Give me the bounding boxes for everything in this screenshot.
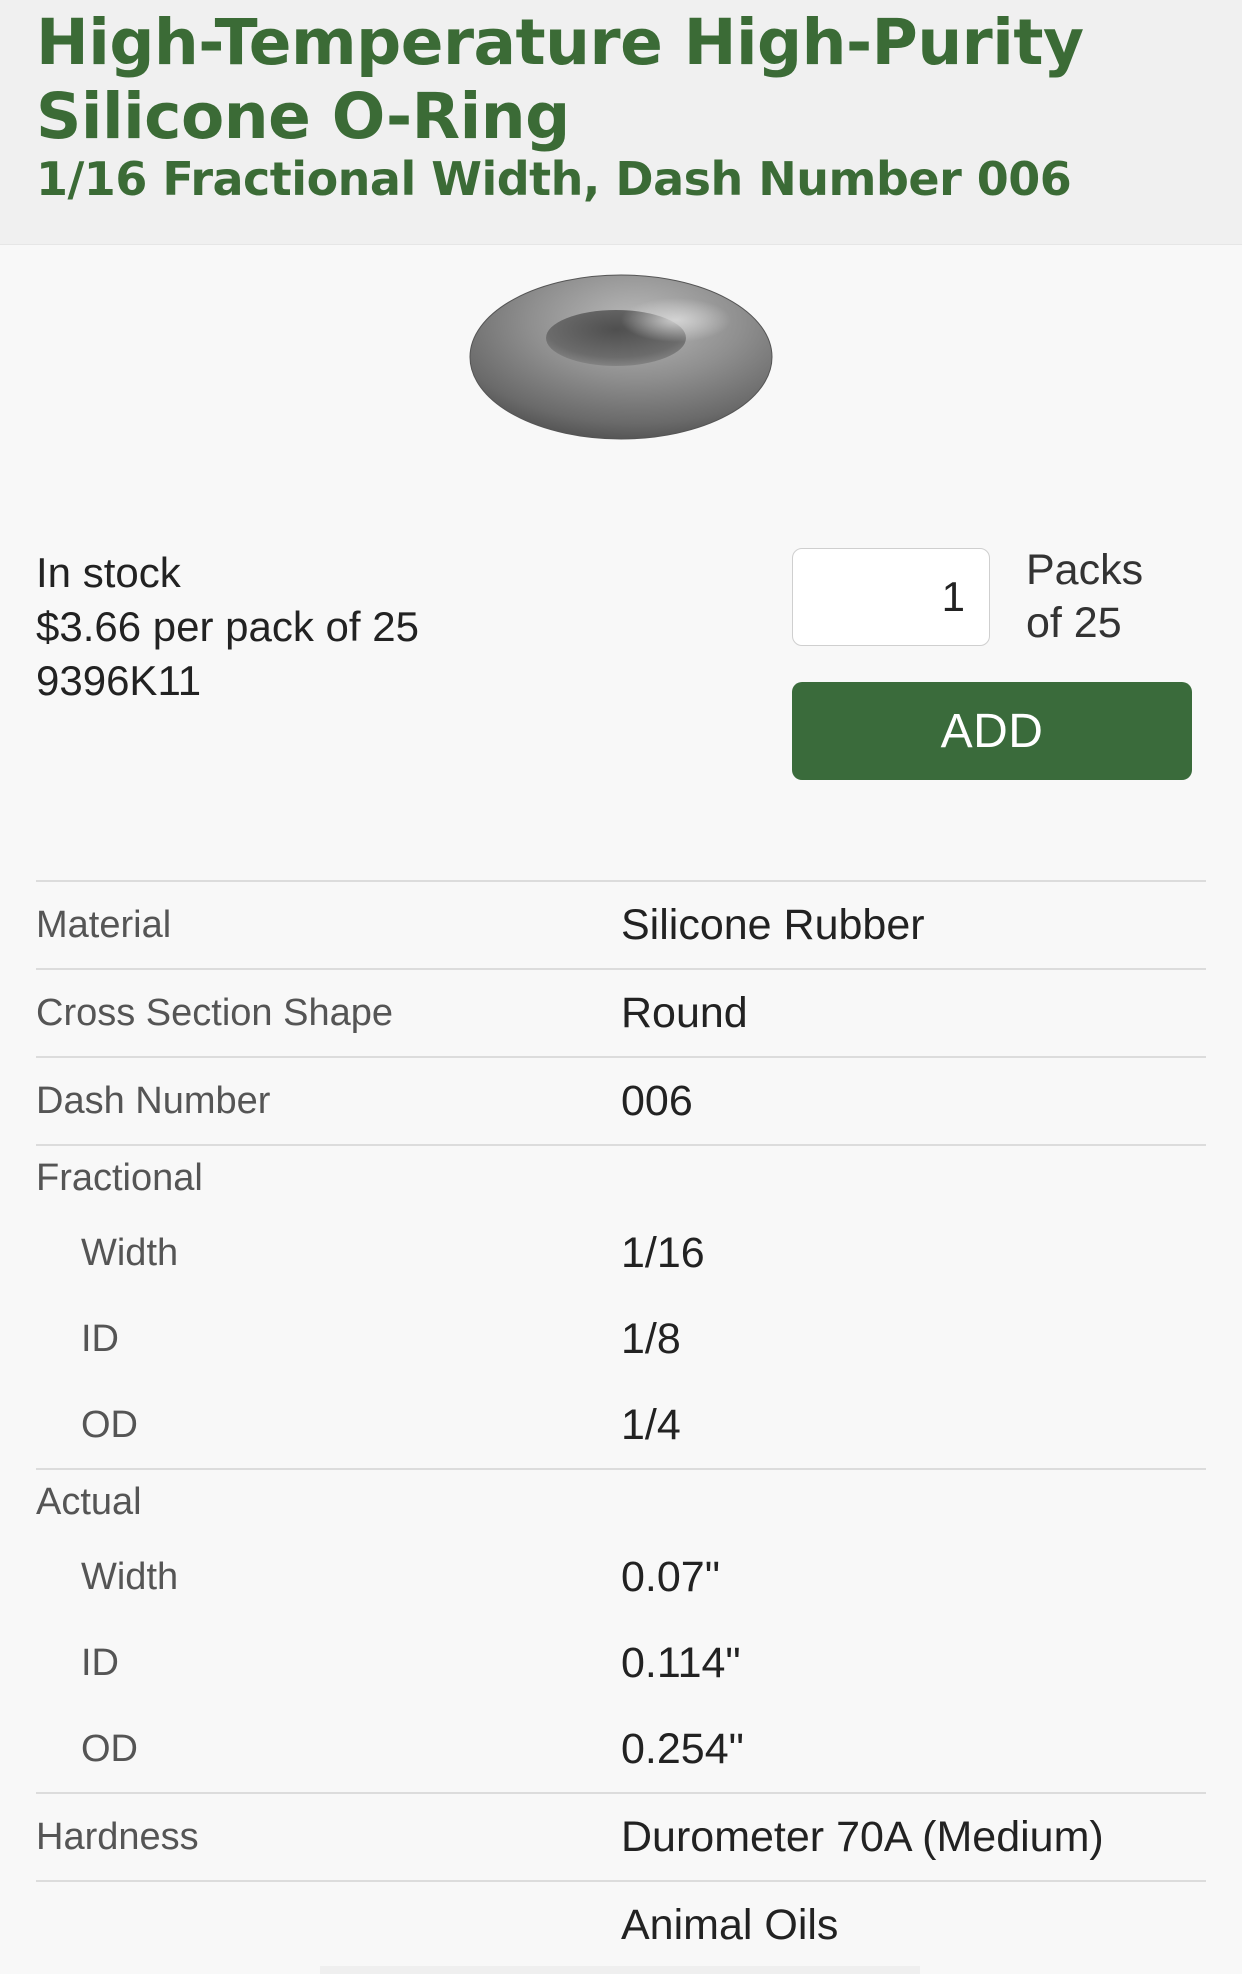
spec-label: Hardness (36, 1816, 199, 1858)
quantity-unit-line1: Packs (1026, 546, 1144, 594)
spec-dash-number: Dash Number 006 (36, 1056, 1206, 1144)
spec-value: 1/16 (621, 1229, 705, 1277)
quantity-input[interactable] (792, 548, 990, 646)
page-subtitle: 1/16 Fractional Width, Dash Number 006 (36, 152, 1072, 206)
table-row: Animal Oils (36, 1882, 1206, 1968)
o-ring-image (469, 274, 773, 440)
spec-label: Cross Section Shape (36, 992, 393, 1034)
spec-value: 0.07" (621, 1553, 720, 1601)
spec-label: OD (81, 1404, 138, 1446)
spec-value: 1/8 (621, 1315, 681, 1363)
spec-material: Material Silicone Rubber (36, 880, 1206, 968)
spec-hardness: Hardness Durometer 70A (Medium) (36, 1792, 1206, 1880)
table-row: Material Silicone Rubber (36, 882, 1206, 968)
spec-value: Durometer 70A (Medium) (621, 1813, 1104, 1861)
quantity-unit-line2: of 25 (1026, 599, 1122, 647)
table-row: ID 1/8 (36, 1296, 1206, 1382)
spec-actual-group: Actual Width 0.07" ID 0.114" OD 0.254" (36, 1468, 1206, 1792)
product-header: High-Temperature High-Purity Silicone O-… (0, 0, 1242, 245)
spec-value: 0.114" (621, 1639, 741, 1687)
table-row: OD 1/4 (36, 1382, 1206, 1468)
spec-value: 1/4 (621, 1401, 681, 1449)
part-number: 9396K11 (36, 657, 202, 704)
spec-value: 006 (621, 1077, 693, 1125)
stock-status: In stock (36, 549, 181, 596)
spec-value: Animal Oils (621, 1901, 839, 1949)
spec-chemical-resistance: Animal Oils (36, 1880, 1206, 1968)
table-row: Cross Section Shape Round (36, 970, 1206, 1056)
spec-label: OD (81, 1728, 138, 1770)
table-row: Width 1/16 (36, 1210, 1206, 1296)
spec-label: Width (81, 1232, 179, 1274)
spec-value: 0.254" (621, 1725, 744, 1773)
table-row: ID 0.114" (36, 1620, 1206, 1706)
spec-fractional-group: Fractional Width 1/16 ID 1/8 OD 1/4 (36, 1144, 1206, 1468)
page-title: High-Temperature High-Purity Silicone O-… (36, 6, 1084, 153)
scroll-edge (320, 1966, 920, 1974)
table-row: OD 0.254" (36, 1706, 1206, 1792)
specifications-table: Material Silicone Rubber Cross Section S… (36, 880, 1206, 1968)
spec-label: ID (81, 1318, 119, 1360)
table-row: Width 0.07" (36, 1534, 1206, 1620)
table-row: Dash Number 006 (36, 1058, 1206, 1144)
table-row: Hardness Durometer 70A (Medium) (36, 1794, 1206, 1880)
quantity-unit: Packs of 25 (1026, 544, 1143, 650)
spec-label: Width (81, 1556, 179, 1598)
spec-group-title: Fractional (36, 1157, 203, 1199)
spec-group-title: Actual (36, 1481, 142, 1523)
spec-label: ID (81, 1642, 119, 1684)
spec-label: Dash Number (36, 1080, 271, 1122)
spec-cross-section: Cross Section Shape Round (36, 968, 1206, 1056)
price-text: $3.66 per pack of 25 (36, 603, 419, 650)
spec-value: Round (621, 989, 748, 1037)
availability-block: In stock $3.66 per pack of 25 9396K11 (36, 546, 419, 708)
add-to-order-button[interactable]: ADD (792, 682, 1192, 780)
spec-label: Material (36, 904, 172, 946)
spec-value: Silicone Rubber (621, 901, 925, 949)
